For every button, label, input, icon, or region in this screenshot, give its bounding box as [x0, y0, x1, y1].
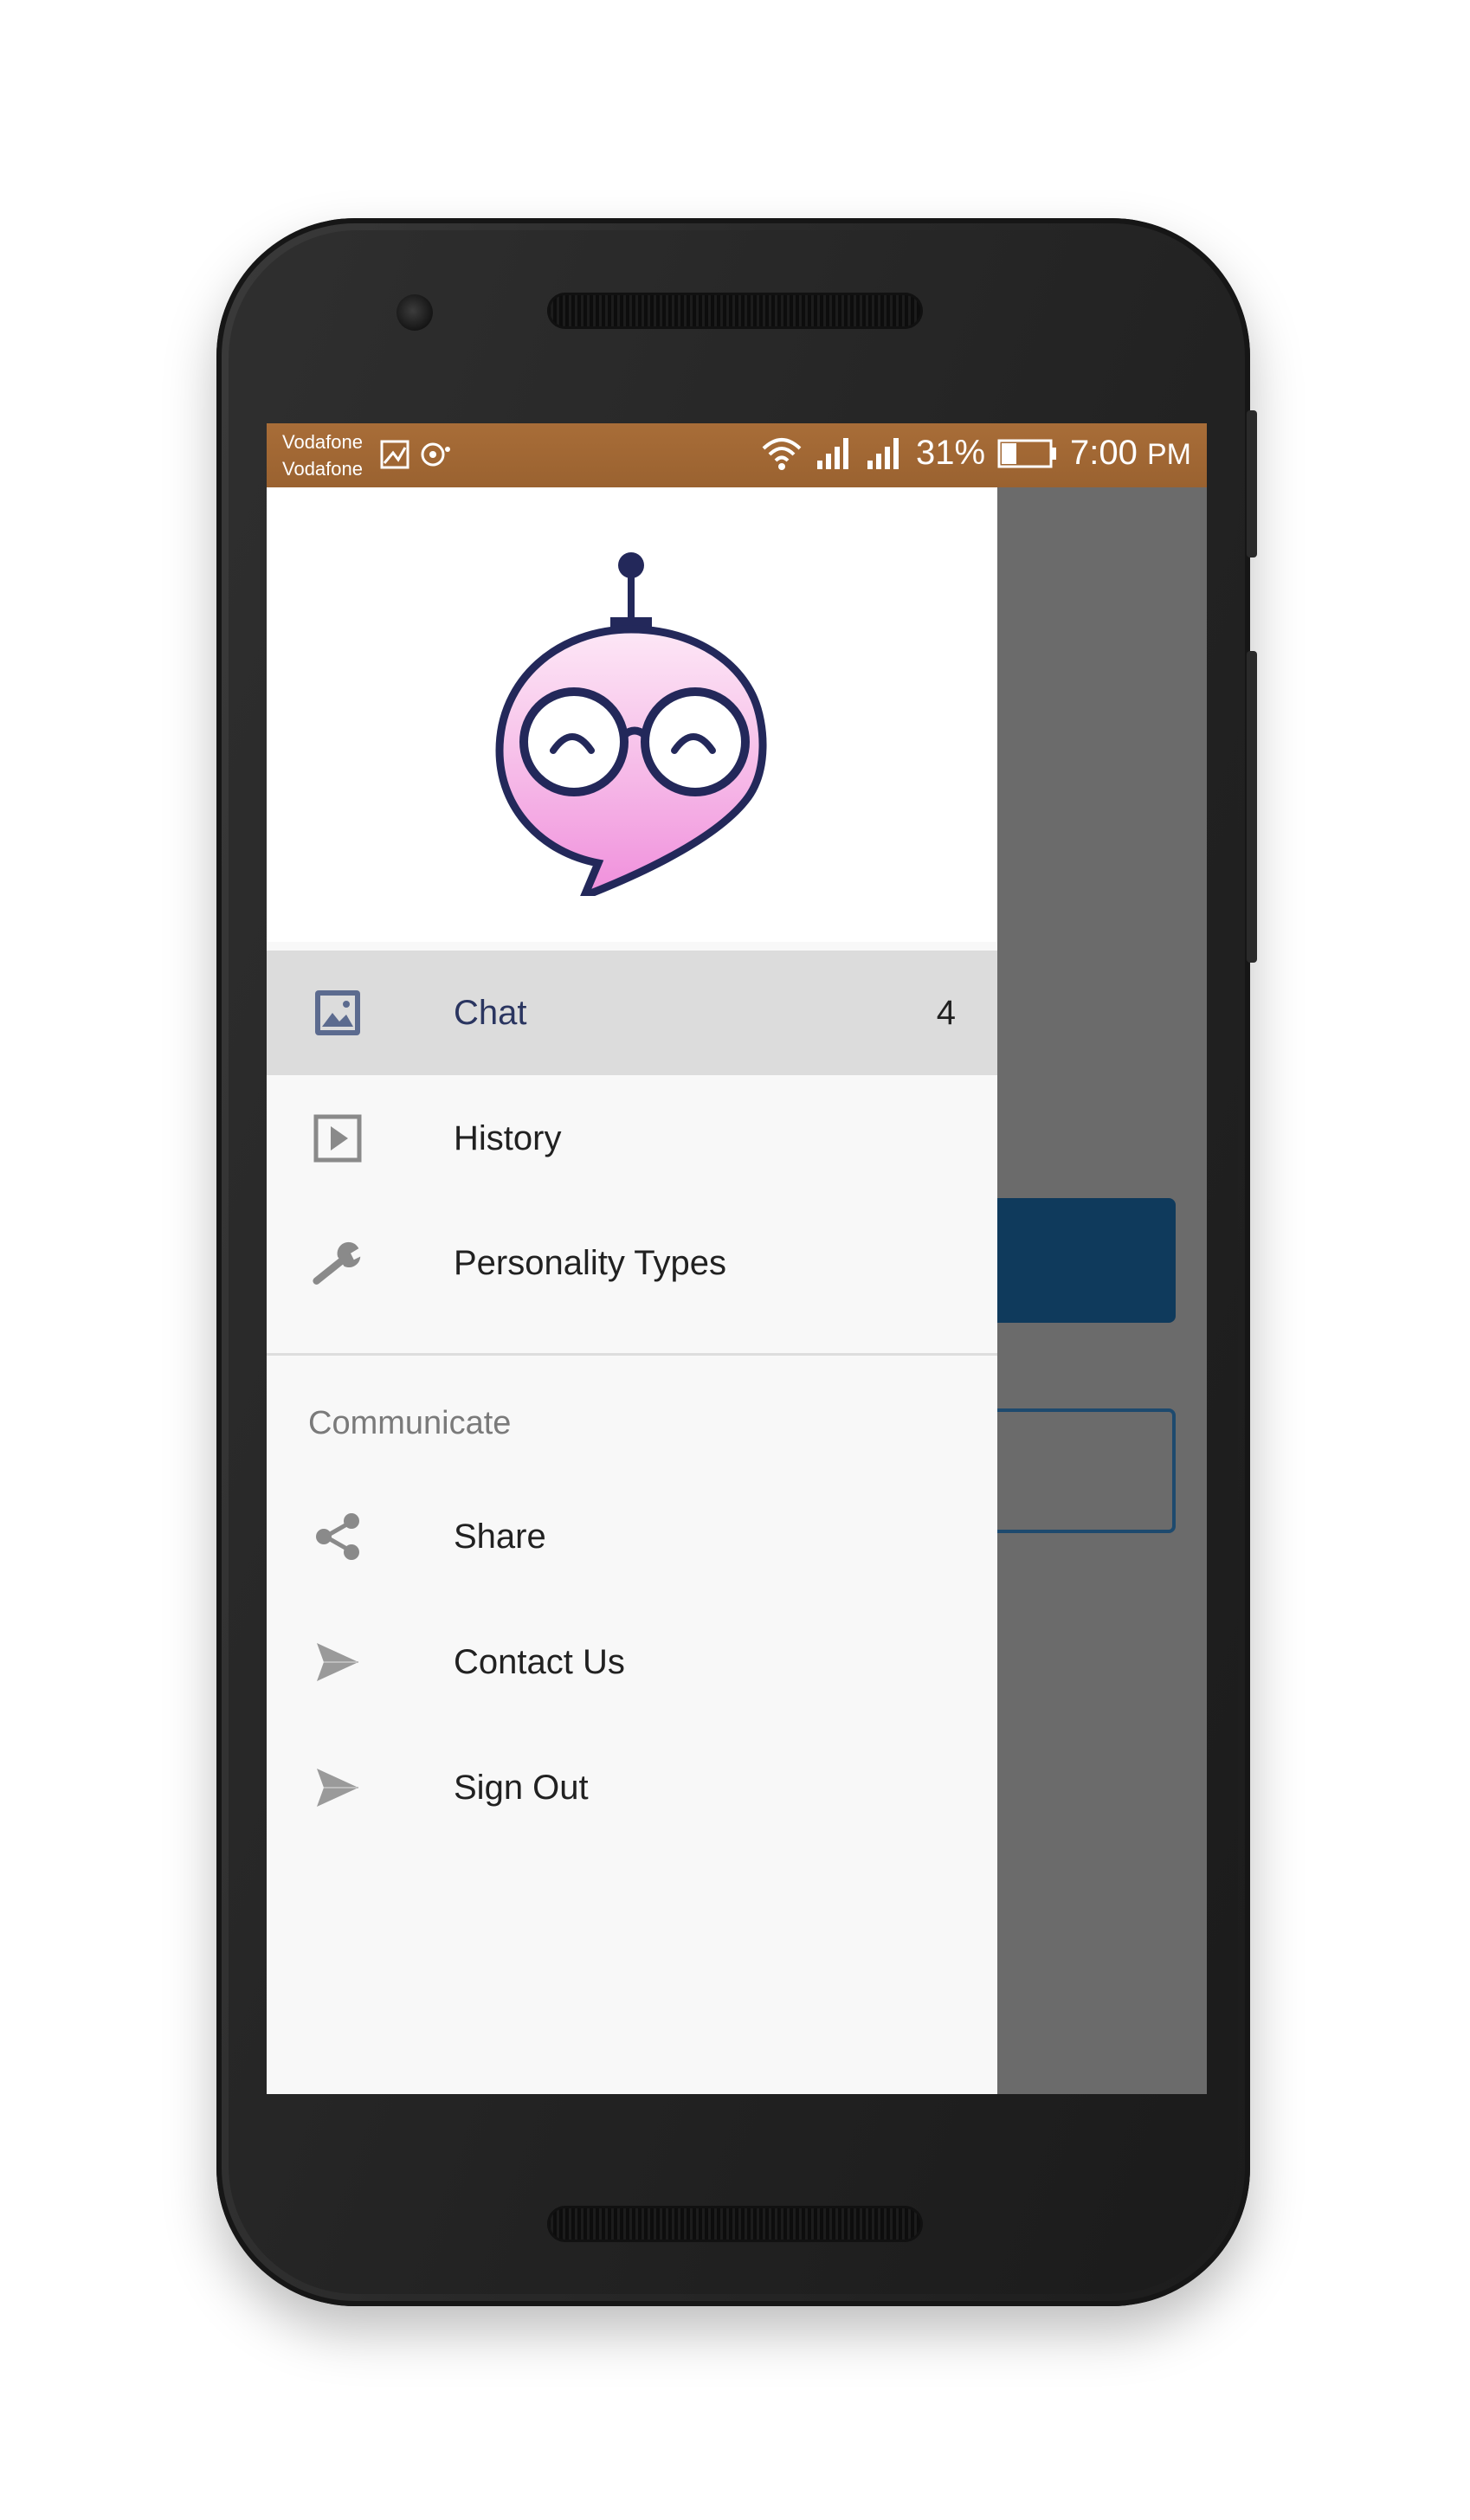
signal-icon — [816, 437, 848, 469]
drawer-item-personality-types[interactable]: Personality Types — [267, 1201, 997, 1325]
image-icon — [312, 987, 364, 1039]
drawer-item-label: Share — [454, 1517, 546, 1556]
status-right: 31% 7:00 PM — [760, 434, 1191, 473]
send-icon — [312, 1636, 364, 1688]
drawer-item-sign-out[interactable]: Sign Out — [267, 1725, 997, 1850]
drawer-item-label: Contact Us — [454, 1642, 625, 1681]
drawer-item-label: History — [454, 1118, 562, 1157]
bottom-speaker — [547, 2206, 923, 2242]
chat-count-badge: 4 — [936, 993, 956, 1032]
drawer-item-share[interactable]: Share — [267, 1474, 997, 1599]
clock-suffix: PM — [1147, 438, 1191, 471]
screen: Vodafone Vodafone 31% 7:00 PM Chat 4 His… — [267, 423, 1207, 2094]
wrench-icon — [312, 1237, 364, 1289]
play-icon — [312, 1112, 364, 1164]
drawer-item-label: Chat — [454, 993, 527, 1032]
drawer-header — [267, 487, 997, 942]
status-bar: Vodafone Vodafone 31% 7:00 PM — [267, 423, 1207, 487]
navigation-drawer: Chat 4 History Personality Types Communi… — [267, 487, 997, 2094]
front-camera — [397, 294, 433, 331]
battery-percent: 31% — [915, 434, 986, 472]
send-icon — [312, 1762, 364, 1814]
drawer-item-label: Sign Out — [454, 1768, 589, 1807]
top-speaker — [547, 293, 923, 329]
drawer-item-label: Personality Types — [454, 1243, 726, 1282]
drawer-item-history[interactable]: History — [267, 1076, 997, 1201]
notification-icon — [421, 442, 450, 467]
battery-icon — [997, 439, 1057, 467]
status-left-icons — [379, 439, 452, 470]
share-icon — [312, 1511, 364, 1563]
carrier-2: Vodafone — [282, 458, 363, 480]
carrier-1: Vodafone — [282, 431, 363, 453]
signal-icon — [867, 437, 899, 469]
clock: 7:00 PM — [1070, 434, 1191, 473]
carrier-names: Vodafone Vodafone — [282, 429, 363, 482]
volume-button — [1247, 410, 1257, 557]
drawer-item-chat[interactable]: Chat 4 — [267, 951, 997, 1075]
drawer-divider — [267, 1353, 997, 1356]
gallery-icon — [380, 440, 409, 469]
drawer-item-contact-us[interactable]: Contact Us — [267, 1600, 997, 1724]
section-title-communicate: Communicate — [308, 1405, 512, 1441]
wifi-icon — [762, 437, 802, 470]
power-button — [1247, 651, 1257, 963]
robot-chat-logo — [495, 552, 767, 896]
clock-time: 7:00 — [1070, 434, 1138, 472]
